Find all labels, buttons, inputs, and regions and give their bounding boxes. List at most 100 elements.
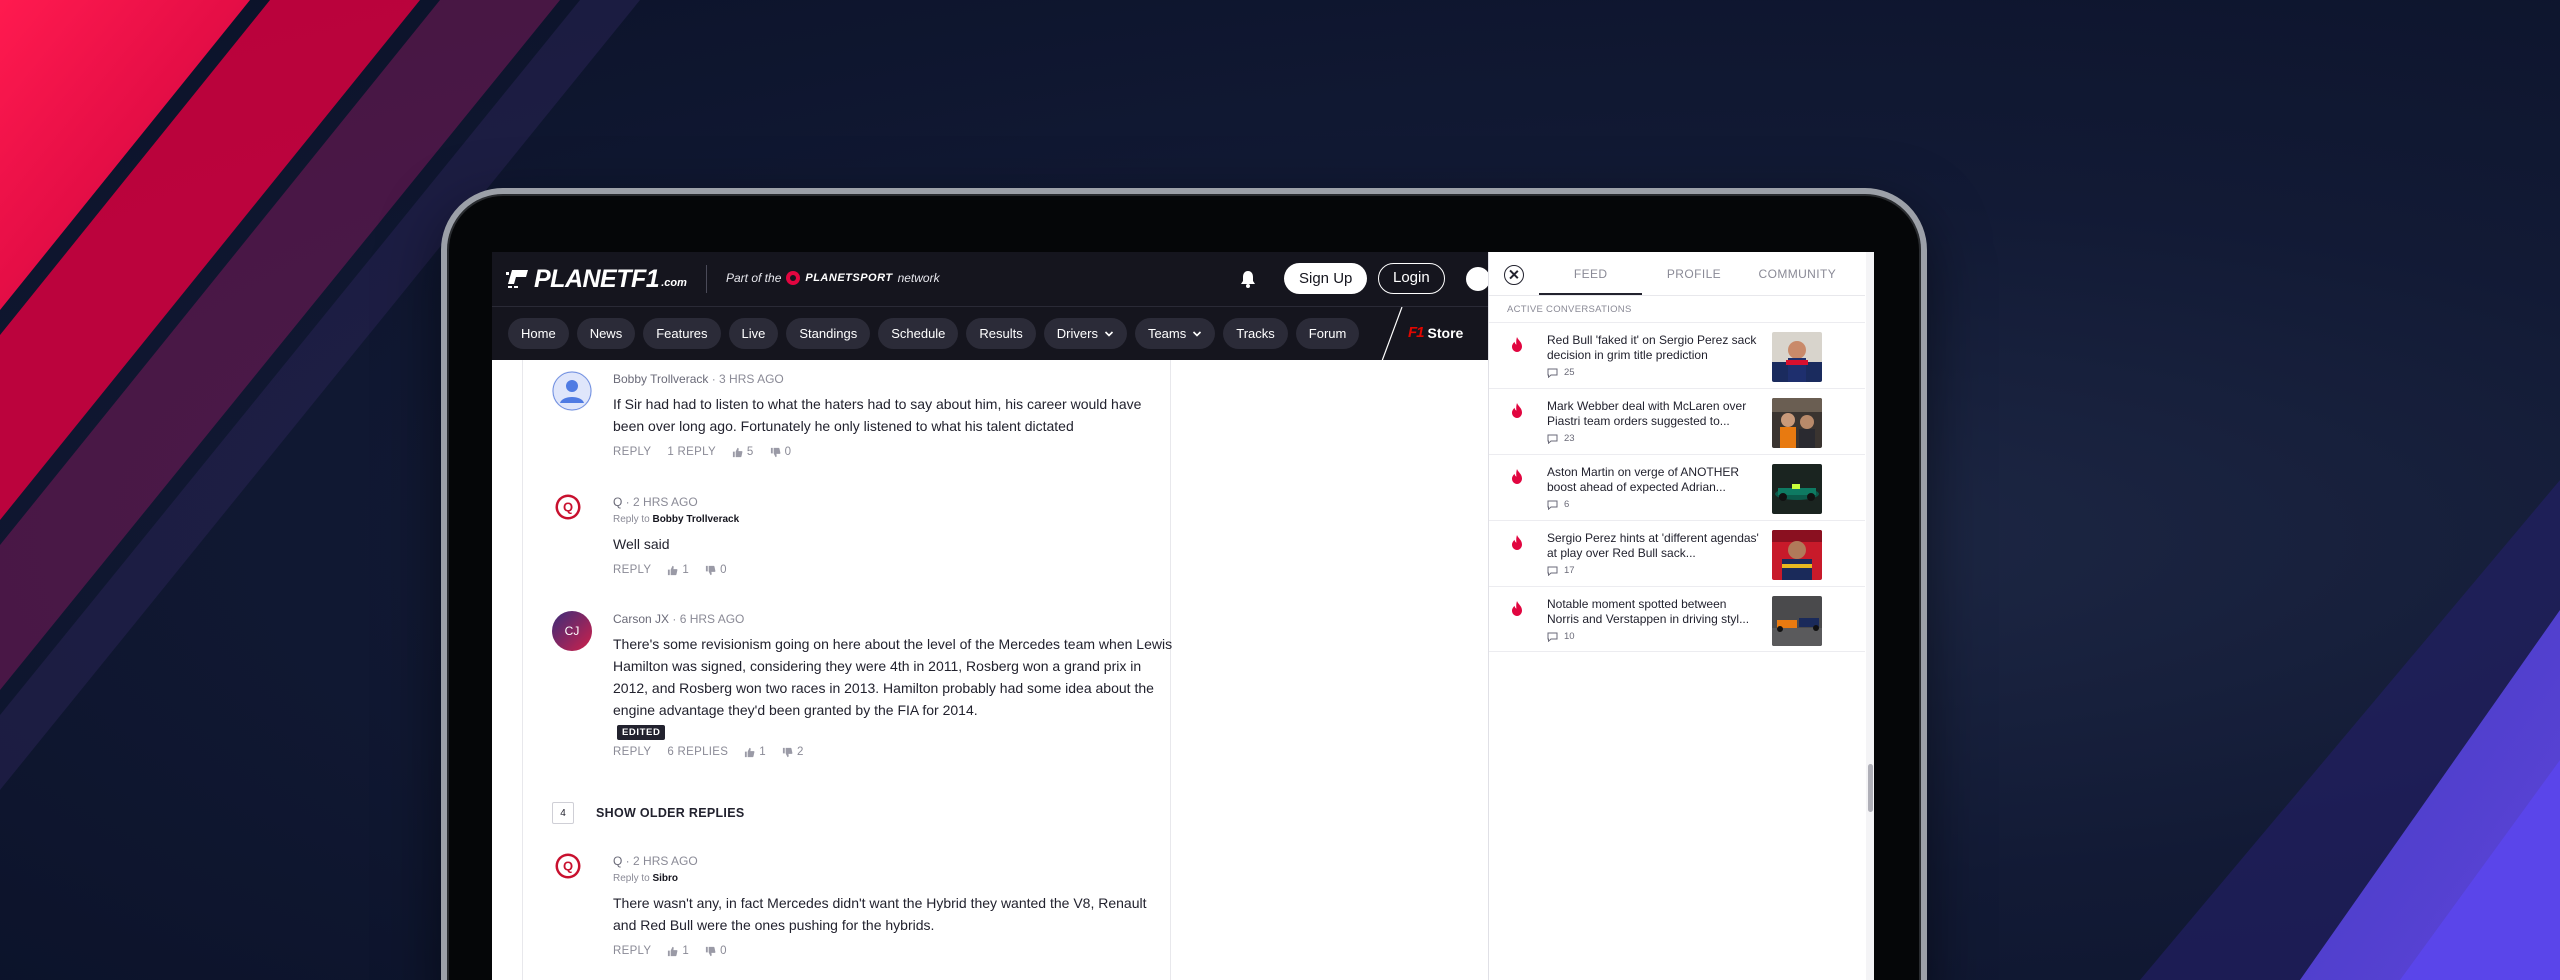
avatar[interactable] — [552, 371, 592, 411]
reply-button[interactable]: REPLY — [613, 446, 651, 458]
comment-count-value: 10 — [1564, 631, 1575, 642]
comment-body: Bobby Trollverack · 3 HRS AGO If Sir had… — [613, 371, 1173, 458]
comment-count: 10 — [1547, 631, 1575, 642]
avatar-initials: CJ — [564, 624, 580, 638]
like-button[interactable]: 1 — [744, 746, 766, 758]
tab-feed[interactable]: FEED — [1539, 252, 1643, 296]
conversation-item[interactable]: Mark Webber deal with McLaren over Piast… — [1489, 388, 1865, 454]
nav-results[interactable]: Results — [966, 318, 1036, 349]
article-thumbnail — [1772, 332, 1822, 382]
fire-icon — [1512, 601, 1522, 616]
nav-news[interactable]: News — [576, 318, 636, 349]
comment-author[interactable]: Bobby Trollverack — [613, 372, 708, 386]
chevron-down-icon — [1193, 330, 1202, 337]
site-logo[interactable]: PLANETF1 .com — [506, 265, 687, 293]
q-avatar-icon: Q — [555, 494, 581, 520]
older-replies-count: 4 — [552, 802, 574, 824]
close-icon[interactable] — [1504, 265, 1524, 285]
dislike-button[interactable]: 0 — [705, 945, 727, 957]
fire-icon — [1512, 469, 1522, 484]
conversation-title: Notable moment spotted between Norris an… — [1547, 597, 1750, 626]
comment-actions: REPLY 1 0 — [613, 945, 1173, 957]
comment-author[interactable]: Q — [613, 854, 622, 868]
svg-text:Q: Q — [563, 500, 573, 515]
reply-to-user[interactable]: Bobby Trollverack — [652, 514, 739, 525]
reply-button[interactable]: REPLY — [613, 564, 651, 576]
like-count: 1 — [682, 945, 690, 957]
avatar[interactable]: CJ — [552, 611, 592, 651]
nav-label: Features — [656, 326, 708, 341]
thumbs-down-icon — [770, 447, 781, 457]
view-replies-button[interactable]: 1 REPLY — [667, 446, 716, 458]
nav-live[interactable]: Live — [728, 318, 779, 349]
panel-scrollbar[interactable] — [1866, 252, 1874, 980]
conversation-title: Sergio Perez hints at 'different agendas… — [1547, 531, 1759, 560]
conversation-item[interactable]: Aston Martin on verge of ANOTHER boost a… — [1489, 454, 1865, 520]
like-button[interactable]: 1 — [667, 564, 689, 576]
like-button[interactable]: 5 — [732, 446, 754, 458]
dislike-count: 0 — [720, 564, 727, 576]
comment-actions: REPLY 1 0 — [613, 564, 1173, 576]
reply-button[interactable]: REPLY — [613, 945, 651, 957]
scrollbar-thumb[interactable] — [1868, 764, 1873, 812]
conversation-title: Red Bull 'faked it' on Sergio Perez sack… — [1547, 333, 1757, 362]
nav-label: Tracks — [1236, 326, 1275, 341]
nav-label: Standings — [799, 326, 858, 341]
site-header: PLANETF1 .com Part of the PLANETSPORT ne… — [492, 252, 1490, 306]
comment-author[interactable]: Carson JX — [613, 612, 669, 626]
nav-features[interactable]: Features — [643, 318, 721, 349]
conversation-item[interactable]: Notable moment spotted between Norris an… — [1489, 586, 1865, 652]
login-button[interactable]: Login — [1378, 263, 1445, 294]
fire-icon — [1512, 535, 1522, 550]
comment-time: 3 HRS AGO — [719, 372, 784, 386]
dislike-button[interactable]: 2 — [782, 746, 804, 758]
conversation-item[interactable]: Sergio Perez hints at 'different agendas… — [1489, 520, 1865, 586]
reply-to-prefix: Reply to — [613, 873, 650, 884]
user-menu-toggle[interactable] — [1466, 267, 1490, 291]
bell-icon[interactable] — [1238, 269, 1258, 289]
nav-forum[interactable]: Forum — [1295, 318, 1360, 349]
nav-label: Schedule — [891, 326, 946, 341]
nav-standings[interactable]: Standings — [786, 318, 871, 349]
store-link[interactable]: F1 Store — [1408, 324, 1463, 341]
store-label: Store — [1427, 324, 1464, 341]
reply-button[interactable]: REPLY — [613, 746, 651, 758]
planetf1-logo-icon — [506, 268, 530, 290]
like-button[interactable]: 1 — [667, 945, 689, 957]
conversation-title: Aston Martin on verge of ANOTHER boost a… — [1547, 465, 1740, 494]
network-tagline[interactable]: Part of the PLANETSPORT network — [726, 271, 940, 285]
reply-to-user[interactable]: Sibro — [652, 873, 678, 884]
show-older-replies[interactable]: 4 SHOW OLDER REPLIES — [552, 802, 744, 824]
comment-count: 6 — [1547, 499, 1569, 510]
q-avatar-icon: Q — [555, 853, 581, 879]
nav-label: Home — [521, 326, 556, 341]
avatar[interactable]: Q — [555, 853, 581, 879]
comment-count-value: 25 — [1564, 367, 1575, 378]
comment-meta: Q · 2 HRS AGO — [613, 854, 698, 868]
section-title: ACTIVE CONVERSATIONS — [1507, 304, 1632, 315]
conversation-item[interactable]: Red Bull 'faked it' on Sergio Perez sack… — [1489, 322, 1865, 388]
nav-tracks[interactable]: Tracks — [1223, 318, 1288, 349]
dislike-button[interactable]: 0 — [770, 446, 792, 458]
nav-label: Forum — [1308, 326, 1347, 341]
comment-author[interactable]: Q — [613, 495, 622, 509]
svg-text:Q: Q — [563, 859, 573, 874]
dislike-button[interactable]: 0 — [705, 564, 727, 576]
comment-count: 23 — [1547, 433, 1575, 444]
comment-text: If Sir had had to listen to what the hat… — [613, 396, 1142, 434]
tab-community[interactable]: COMMUNITY — [1746, 252, 1849, 296]
f1-logo-icon: F1 — [1408, 324, 1424, 341]
nav-schedule[interactable]: Schedule — [878, 318, 959, 349]
comment-meta: Q · 2 HRS AGO — [613, 495, 698, 509]
avatar[interactable]: Q — [555, 494, 581, 520]
comment-bubble-icon — [1547, 368, 1558, 378]
nav-drivers[interactable]: Drivers — [1043, 318, 1127, 349]
tab-profile[interactable]: PROFILE — [1642, 252, 1745, 296]
main-navigation: Home News Features Live Standings Schedu… — [492, 306, 1488, 361]
nav-teams[interactable]: Teams — [1134, 318, 1216, 349]
signup-button[interactable]: Sign Up — [1284, 263, 1368, 294]
dislike-count: 2 — [796, 746, 804, 758]
user-avatar-icon — [552, 371, 592, 411]
view-replies-button[interactable]: 6 REPLIES — [667, 746, 728, 758]
nav-home[interactable]: Home — [508, 318, 569, 349]
